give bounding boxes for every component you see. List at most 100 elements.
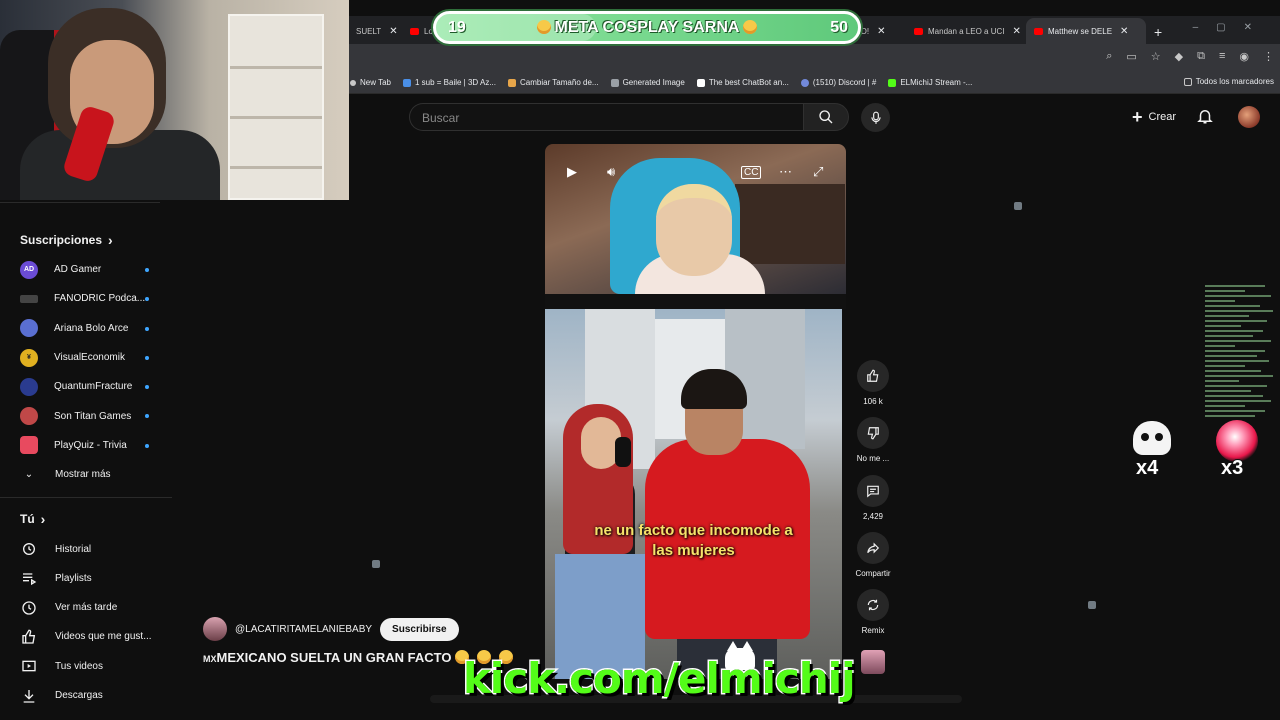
goal-progress-bar: META COSPLAY SARNA 19 50 <box>433 11 861 44</box>
channel-avatar[interactable] <box>203 617 227 641</box>
microphone-icon <box>870 111 881 124</box>
close-icon[interactable]: ✕ <box>1012 26 1020 37</box>
sidebar-subscription[interactable]: PlayQuiz - Trivia <box>0 431 172 460</box>
channel-avatar <box>20 407 38 426</box>
subscribe-button[interactable]: Suscribirse <box>380 617 459 641</box>
search-button[interactable] <box>803 103 849 131</box>
tab-label: Matthew se DELE <box>1048 26 1113 36</box>
sidebar-subscription[interactable]: FANODRIC Podca... <box>0 284 172 313</box>
tab[interactable]: Mandan a LEO a UCI ✕ <box>906 18 1026 44</box>
sidebar-item-liked[interactable]: Videos que me gust... <box>0 622 172 651</box>
sound-thumbnail[interactable] <box>861 650 885 674</box>
plus-icon: + <box>1132 106 1143 127</box>
voice-search-button[interactable] <box>861 103 890 132</box>
cast-icon[interactable]: ▭ <box>1126 50 1136 63</box>
tab[interactable]: SUELT ✕ <box>348 18 402 44</box>
extension-diamond-icon[interactable]: ◆ <box>1175 50 1183 63</box>
all-bookmarks[interactable]: Todos los marcadores <box>1183 77 1274 86</box>
search-input[interactable]: Buscar <box>409 103 803 131</box>
bookmark[interactable]: The best ChatBot an... <box>696 78 789 87</box>
bookmark-icon <box>402 78 411 87</box>
notifications-button[interactable] <box>1196 106 1214 131</box>
bookmark-label: New Tab <box>360 78 391 87</box>
orb-multiplier: x3 <box>1220 456 1244 480</box>
channel-avatar <box>20 294 38 303</box>
sidebar-subscription[interactable]: ¥ VisualEconomik <box>0 343 172 372</box>
short-video-main-frame[interactable]: ne un facto que incomode a las mujeres <box>545 309 842 679</box>
bookmark-label: Generated Image <box>622 78 685 87</box>
more-options-icon[interactable]: ⋯ <box>779 164 792 180</box>
you-header[interactable]: Tú › <box>0 504 172 534</box>
tab-label: SUELT <box>356 26 382 36</box>
skull-icon <box>1133 421 1171 455</box>
screen: SUELT✕ Lo DIOS MIO!✕ Mandan a LEO a UCI✕… <box>0 0 1280 720</box>
close-icon[interactable]: ✕ <box>1120 26 1128 37</box>
watch-later-icon <box>20 600 38 616</box>
sidebar-item-your-videos[interactable]: Tus videos <box>0 652 172 681</box>
bookmark-icon <box>508 78 516 87</box>
like-count: 106 k <box>863 397 883 406</box>
bookmark[interactable]: 1 sub = Baile | 3D Az... <box>402 78 496 87</box>
pink-orb-icon <box>1216 420 1258 462</box>
youtube-icon <box>1034 27 1043 35</box>
like-button[interactable]: 106 k <box>854 360 892 406</box>
tab-active[interactable]: Matthew se DELE ✕ <box>1026 18 1146 44</box>
skull-multiplier: x4 <box>1135 456 1159 480</box>
remix-button[interactable]: Remix <box>854 589 892 635</box>
show-more-button[interactable]: ⌄ Mostrar más <box>0 460 172 489</box>
bookmark[interactable]: (1510) Discord | # <box>800 78 876 87</box>
video-separator <box>545 294 846 309</box>
play-icon[interactable]: ▶ <box>567 164 577 180</box>
search-placeholder: Buscar <box>422 111 460 125</box>
create-button[interactable]: + Crear <box>1124 103 1184 131</box>
background-shelf <box>735 184 845 264</box>
volume-icon[interactable]: 🔊︎ <box>607 164 615 180</box>
close-icon[interactable]: ✕ <box>877 26 885 37</box>
account-avatar[interactable] <box>1238 106 1260 128</box>
zoom-icon[interactable]: ⌕ <box>1106 50 1112 63</box>
sidebar-subscription[interactable]: Son Titan Games <box>0 401 172 430</box>
channel-handle[interactable]: @LACATIRITAMELANIEBABY <box>235 624 372 635</box>
download-icon <box>20 688 38 704</box>
channel-name: Son Titan Games <box>54 410 132 422</box>
bookmark[interactable]: ELMichiJ Stream -... <box>888 78 972 87</box>
channel-name: VisualEconomik <box>54 352 125 364</box>
sidebar-item-watch-later[interactable]: Ver más tarde <box>0 593 172 622</box>
new-content-dot <box>145 355 149 360</box>
channel-avatar <box>20 436 38 455</box>
comment-icon <box>857 475 889 507</box>
dislike-button[interactable]: No me ... <box>854 417 892 463</box>
fullscreen-icon[interactable]: ⤢ <box>813 164 823 180</box>
share-button[interactable]: Compartir <box>854 532 892 578</box>
menu-icon[interactable]: ⋮ <box>1263 50 1274 63</box>
sidebar-subscription[interactable]: Ariana Bolo Arce <box>0 314 172 343</box>
window-controls[interactable]: –▢✕ <box>1193 22 1270 33</box>
sidebar-item-playlists[interactable]: Playlists <box>0 564 172 593</box>
bookmark[interactable]: Cambiar Tamaño de... <box>508 78 599 87</box>
thumbs-down-icon <box>857 417 889 449</box>
goal-current: 19 <box>448 18 466 36</box>
sidebar-subscription[interactable]: QuantumFracture <box>0 372 172 401</box>
sidebar-subscription[interactable]: AD AD Gamer <box>0 255 172 284</box>
bookmark[interactable]: Generated Image <box>610 78 685 87</box>
new-content-dot <box>145 297 149 302</box>
captions-icon[interactable]: CC <box>741 166 762 179</box>
shelf <box>228 14 324 200</box>
bookmark[interactable]: New Tab <box>350 78 391 87</box>
subscriptions-header[interactable]: Suscripciones › <box>0 225 172 255</box>
star-icon[interactable]: ☆ <box>1151 50 1161 63</box>
media-icon[interactable]: ≡ <box>1219 50 1225 63</box>
short-video-top-frame[interactable]: ▶ 🔊︎ CC ⋯ ⤢ <box>545 144 846 294</box>
sidebar-item-history[interactable]: Historial <box>0 534 172 563</box>
extensions-icon[interactable]: ⧉ <box>1197 50 1205 63</box>
close-icon[interactable]: ✕ <box>389 26 397 37</box>
comments-button[interactable]: 2,429 <box>854 475 892 521</box>
new-tab-button[interactable]: + <box>1154 24 1162 40</box>
profile-icon[interactable]: ◉ <box>1239 50 1249 63</box>
comment-count: 2,429 <box>862 512 884 521</box>
floating-sprite <box>372 560 380 568</box>
laughing-emoji-icon <box>536 19 551 34</box>
channel-avatar: ¥ <box>20 348 38 367</box>
remix-label: Remix <box>861 626 885 635</box>
sidebar-item-downloads[interactable]: Descargas <box>0 681 172 710</box>
